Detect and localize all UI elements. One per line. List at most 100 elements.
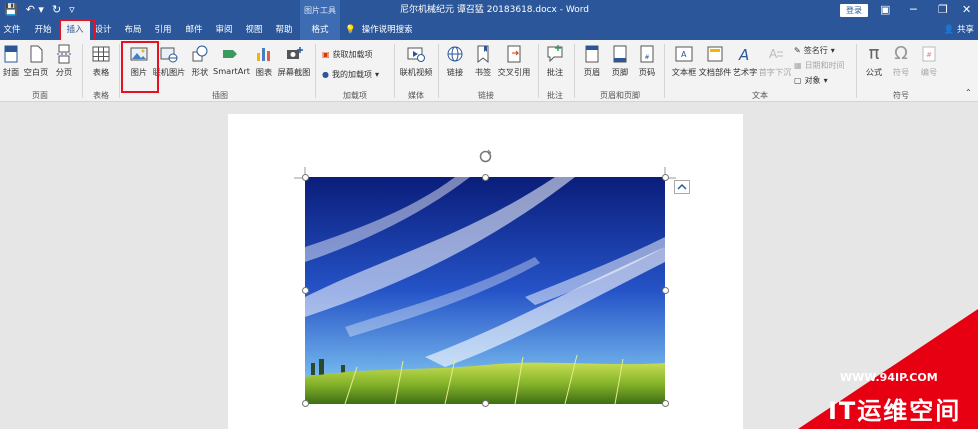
shapes-button[interactable]: 形状 — [186, 44, 214, 78]
textbox-label: 文本框 — [671, 67, 697, 77]
addins-group-label: 加载项 — [343, 91, 367, 100]
restore-icon[interactable]: ❐ — [938, 2, 948, 18]
blank-page-button[interactable]: 空白页 — [22, 44, 50, 78]
header-label: 页眉 — [583, 67, 601, 77]
footer-icon — [613, 45, 627, 63]
separator — [664, 44, 665, 98]
page-break-label: 分页 — [55, 67, 73, 77]
close-icon[interactable]: ✕ — [962, 2, 971, 18]
resize-handle-bottom-right[interactable] — [662, 400, 669, 407]
redo-icon[interactable]: ↻ — [52, 3, 61, 17]
object-button[interactable]: ▢ 对象 ▾ — [794, 75, 828, 86]
tab-references[interactable]: 引用 — [150, 21, 176, 40]
tab-review[interactable]: 审阅 — [211, 21, 237, 40]
picture-button-highlight — [121, 41, 159, 93]
equation-button[interactable]: π 公式 — [862, 44, 886, 78]
customize-icon[interactable]: ▿ — [69, 3, 75, 17]
online-video-button[interactable]: 联机视频 — [398, 44, 434, 78]
layout-options-icon[interactable] — [674, 180, 690, 194]
cover-page-button[interactable]: 封面 — [0, 44, 22, 78]
tab-mailings[interactable]: 邮件 — [181, 21, 207, 40]
bookmark-button[interactable]: 书签 — [471, 44, 495, 78]
separator — [574, 44, 575, 98]
online-video-icon — [407, 47, 425, 62]
link-button[interactable]: 链接 — [443, 44, 467, 78]
resize-handle-bottom[interactable] — [482, 400, 489, 407]
footer-button[interactable]: 页脚 — [608, 44, 632, 78]
page-break-button[interactable]: 分页 — [52, 44, 76, 78]
quick-parts-button[interactable]: 文档部件 — [698, 44, 732, 78]
symbol-button[interactable]: Ω 符号 — [889, 44, 913, 78]
resize-handle-top[interactable] — [482, 174, 489, 181]
site-watermark: WWW.94IP.COM IT运维空间 — [798, 309, 978, 429]
minimize-icon[interactable]: ─ — [910, 2, 917, 18]
signature-icon: ✎ — [794, 46, 801, 55]
header-footer-group-label: 页眉和页脚 — [600, 91, 640, 100]
page-break-icon — [57, 44, 71, 64]
symbol-label: 符号 — [892, 67, 910, 77]
resize-handle-top-right[interactable] — [662, 174, 669, 181]
dropcap-label: 首字下沉 — [758, 67, 792, 77]
tab-view[interactable]: 视图 — [241, 21, 267, 40]
quick-parts-icon — [707, 46, 723, 62]
pi-icon: π — [868, 43, 880, 64]
number-label: 编号 — [920, 67, 938, 77]
person-icon: 👤 — [943, 25, 955, 35]
addins-icon: ● — [322, 70, 329, 79]
datetime-button[interactable]: ▦ 日期和时间 — [794, 60, 845, 71]
inserted-picture[interactable] — [305, 177, 665, 404]
my-addins-button[interactable]: ● 我的加载项 ▾ — [322, 69, 379, 80]
textbox-button[interactable]: A 文本框 — [668, 44, 700, 78]
dropcap-button[interactable]: A 首字下沉 — [758, 44, 792, 78]
cross-reference-button[interactable]: 交叉引用 — [496, 44, 532, 78]
signature-line-button[interactable]: ✎ 签名行 ▾ — [794, 45, 835, 56]
svg-text:#: # — [926, 51, 932, 59]
page-number-button[interactable]: # 页码 — [635, 44, 659, 78]
login-button[interactable]: 登录 — [840, 4, 868, 17]
tab-home[interactable]: 开始 — [30, 21, 56, 40]
separator — [856, 44, 857, 98]
tab-help[interactable]: 帮助 — [271, 21, 297, 40]
pages-group-label: 页面 — [32, 91, 48, 100]
undo-icon[interactable]: ↶ ▾ — [26, 3, 44, 17]
svg-text:#: # — [644, 54, 649, 61]
tables-group-label: 表格 — [93, 91, 109, 100]
svg-text:A: A — [681, 50, 687, 59]
comment-button[interactable]: 批注 — [542, 44, 568, 78]
bookmark-icon — [477, 45, 489, 64]
get-addins-button[interactable]: ▣ 获取加载项 — [322, 49, 373, 60]
resize-handle-right[interactable] — [662, 287, 669, 294]
tab-layout[interactable]: 布局 — [120, 21, 146, 40]
media-group-label: 媒体 — [408, 91, 424, 100]
smartart-button[interactable]: SmartArt — [213, 44, 250, 76]
chart-button[interactable]: 图表 — [253, 44, 275, 78]
ribbon-display-icon[interactable]: ▣ — [880, 2, 890, 18]
save-icon[interactable]: 💾 — [4, 3, 18, 17]
share-button[interactable]: 👤 共享 — [944, 21, 974, 40]
collapse-ribbon-icon[interactable]: ⌃ — [965, 88, 972, 97]
rotate-handle-icon[interactable] — [478, 149, 493, 164]
tell-me[interactable]: 💡 操作说明搜索 — [345, 21, 413, 40]
cross-reference-icon — [507, 45, 521, 63]
resize-handle-top-left[interactable] — [302, 174, 309, 181]
resize-handle-left[interactable] — [302, 287, 309, 294]
cover-page-icon — [4, 45, 18, 63]
share-label: 共享 — [956, 25, 974, 35]
ribbon-tabs: 文件 开始 插入 设计 布局 引用 邮件 审阅 视图 帮助 格式 💡 操作说明搜… — [0, 21, 978, 40]
screenshot-icon — [287, 47, 303, 59]
table-button[interactable]: 表格 — [88, 44, 114, 78]
footer-label: 页脚 — [611, 67, 629, 77]
tab-format[interactable]: 格式 — [300, 21, 340, 40]
screenshot-button[interactable]: 屏幕截图 — [277, 44, 311, 78]
online-picture-icon — [160, 47, 178, 63]
picture-tools-label: 图片工具 — [300, 0, 340, 21]
page-number-icon: # — [640, 45, 654, 63]
number-button[interactable]: # 编号 — [917, 44, 941, 78]
watermark-url: WWW.94IP.COM — [840, 371, 938, 384]
tab-file[interactable]: 文件 — [0, 21, 24, 40]
cross-reference-label: 交叉引用 — [497, 67, 531, 77]
wordart-button[interactable]: A 艺术字 — [732, 44, 758, 78]
resize-handle-bottom-left[interactable] — [302, 400, 309, 407]
header-button[interactable]: 页眉 — [580, 44, 604, 78]
my-addins-label: 我的加载项 — [331, 70, 372, 79]
